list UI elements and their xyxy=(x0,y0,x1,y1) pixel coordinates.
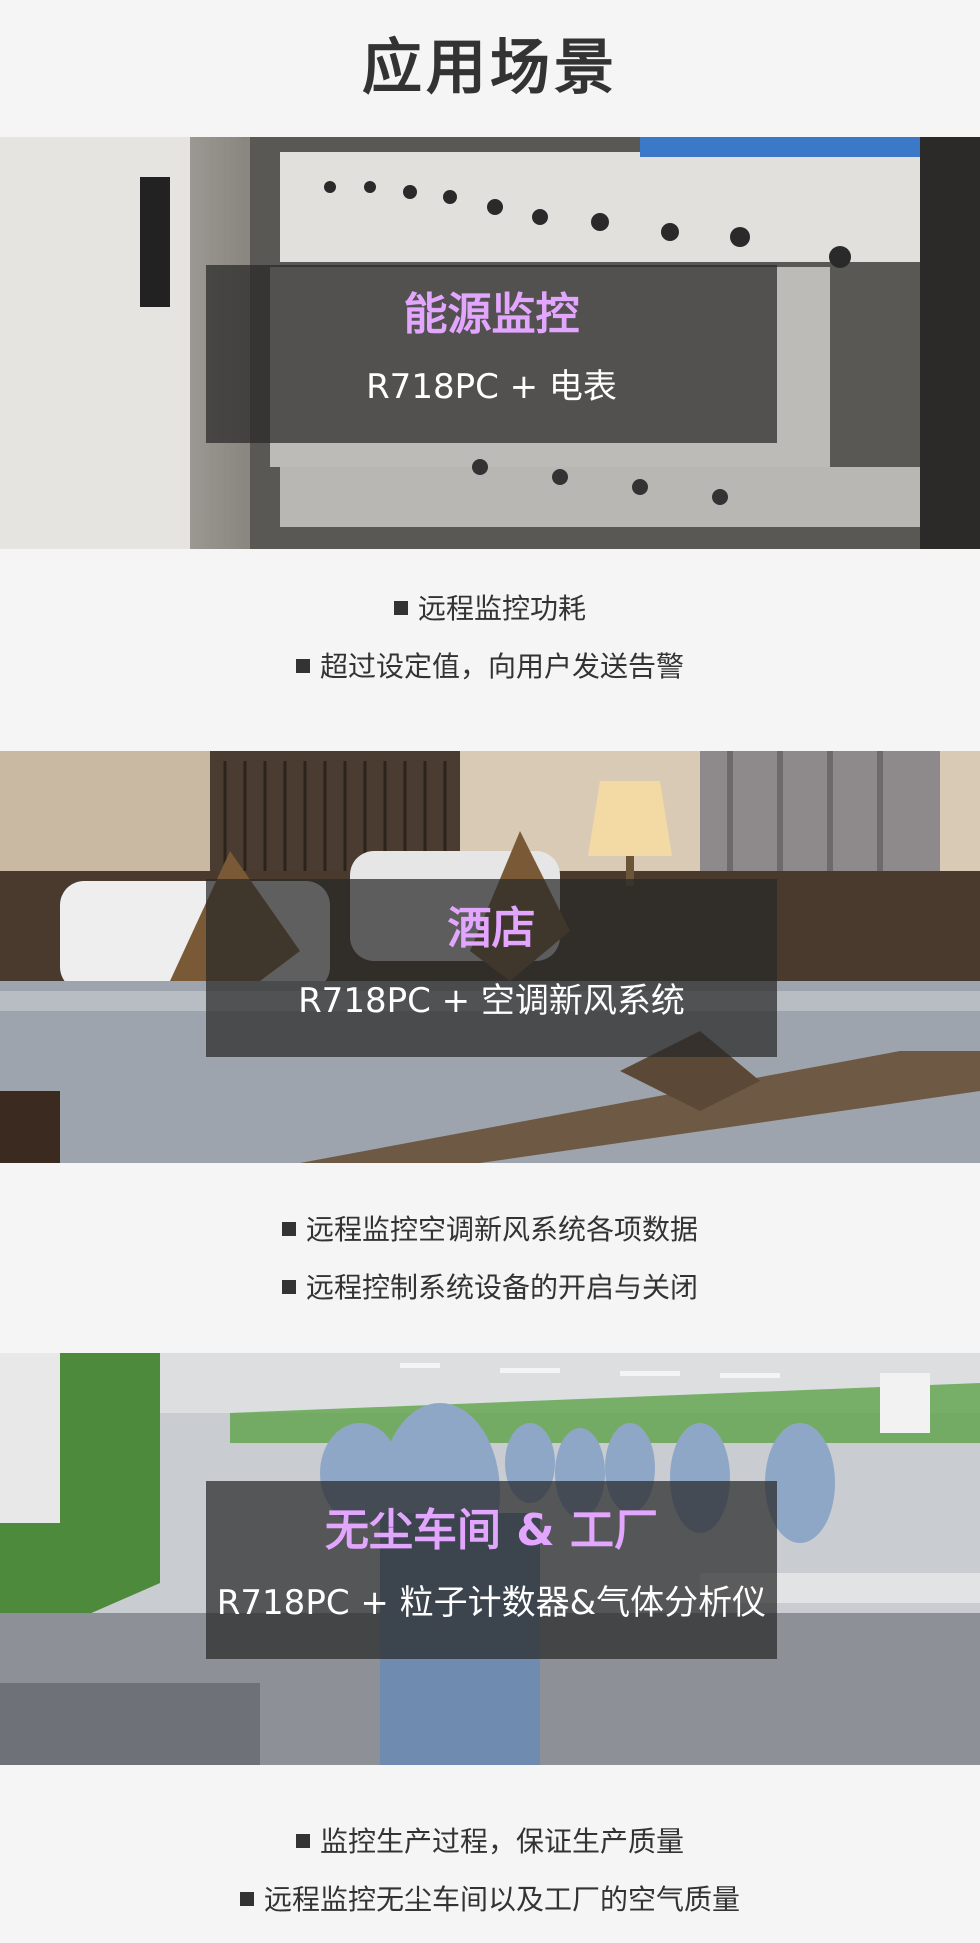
energy-monitoring-overlay: 能源监控 R718PC + 电表 xyxy=(206,265,777,443)
page-title: 应用场景 xyxy=(362,33,618,103)
list-item: 远程监控功耗 xyxy=(0,580,980,638)
list-item: 远程控制系统设备的开启与关闭 xyxy=(0,1259,980,1317)
bullet-text: 远程控制系统设备的开启与关闭 xyxy=(305,1271,698,1304)
cleanroom-overlay: 无尘车间 & 工厂 R718PC + 粒子计数器&气体分析仪 xyxy=(206,1481,777,1659)
bullet-square-icon xyxy=(239,1892,254,1906)
energy-monitoring-banner: 能源监控 R718PC + 电表 xyxy=(0,137,980,549)
bullet-square-icon xyxy=(393,601,408,615)
bullet-square-icon xyxy=(281,1280,296,1294)
energy-monitoring-bullets: 远程监控功耗 超过设定值，向用户发送告警 xyxy=(0,580,980,696)
list-item: 超过设定值，向用户发送告警 xyxy=(0,638,980,696)
section-title: 能源监控 xyxy=(403,289,580,340)
hotel-banner: 酒店 R718PC + 空调新风系统 xyxy=(0,751,980,1163)
section-subtitle: R718PC + 粒子计数器&气体分析仪 xyxy=(216,1583,767,1623)
bullet-text: 超过设定值，向用户发送告警 xyxy=(319,650,684,683)
bullet-text: 远程监控无尘车间以及工厂的空气质量 xyxy=(263,1883,740,1916)
cleanroom-banner: 无尘车间 & 工厂 R718PC + 粒子计数器&气体分析仪 xyxy=(0,1353,980,1765)
section-subtitle: R718PC + 电表 xyxy=(366,367,617,407)
section-subtitle: R718PC + 空调新风系统 xyxy=(298,981,685,1021)
bullet-text: 远程监控空调新风系统各项数据 xyxy=(305,1213,698,1246)
cleanroom-bullets: 监控生产过程，保证生产质量 远程监控无尘车间以及工厂的空气质量 xyxy=(0,1813,980,1929)
bullet-text: 监控生产过程，保证生产质量 xyxy=(319,1825,684,1858)
bullet-square-icon xyxy=(295,659,310,673)
bullet-text: 远程监控功耗 xyxy=(417,592,586,625)
list-item: 监控生产过程，保证生产质量 xyxy=(0,1813,980,1871)
list-item: 远程监控无尘车间以及工厂的空气质量 xyxy=(0,1871,980,1929)
hotel-overlay: 酒店 R718PC + 空调新风系统 xyxy=(206,879,777,1057)
bullet-square-icon xyxy=(295,1834,310,1848)
section-title: 酒店 xyxy=(447,903,536,954)
bullet-square-icon xyxy=(281,1222,296,1236)
hotel-bullets: 远程监控空调新风系统各项数据 远程控制系统设备的开启与关闭 xyxy=(0,1201,980,1317)
section-title: 无尘车间 & 工厂 xyxy=(324,1505,658,1556)
list-item: 远程监控空调新风系统各项数据 xyxy=(0,1201,980,1259)
